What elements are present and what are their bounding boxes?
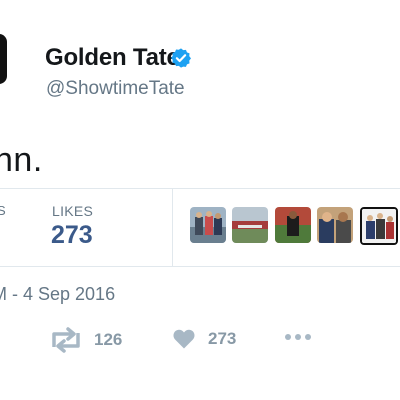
like-count: 273 <box>208 329 237 348</box>
stats-divider-bottom <box>0 266 400 267</box>
stats-divider-top <box>0 188 400 189</box>
more-dot <box>305 334 311 340</box>
retweet-button[interactable]: 126 <box>50 327 122 353</box>
display-name[interactable]: Golden Tate <box>45 44 180 72</box>
retweets-label[interactable]: S <box>0 203 6 218</box>
liker-avatar-3[interactable] <box>275 207 311 243</box>
liker-avatar-1[interactable] <box>190 207 226 243</box>
tweet-text: nn. <box>0 141 43 179</box>
likes-label[interactable]: LIKES <box>52 203 93 219</box>
avatar[interactable] <box>0 34 7 84</box>
retweet-count: 126 <box>94 330 123 349</box>
handle[interactable]: @ShowtimeTate <box>46 78 185 100</box>
like-button[interactable]: 273 <box>172 327 236 351</box>
liker-avatar-4[interactable] <box>317 207 353 243</box>
verified-badge-icon <box>171 48 191 68</box>
more-dots-icon[interactable] <box>285 334 311 340</box>
more-dot <box>285 334 291 340</box>
stats-vertical-divider <box>172 189 173 266</box>
timestamp[interactable]: M - 4 Sep 2016 <box>0 284 115 305</box>
liker-avatar-2[interactable] <box>232 207 268 243</box>
retweet-icon <box>52 327 80 353</box>
heart-icon <box>173 329 195 349</box>
likes-count[interactable]: 273 <box>51 221 93 250</box>
more-dot <box>295 334 301 340</box>
liker-avatar-5[interactable] <box>360 207 398 245</box>
